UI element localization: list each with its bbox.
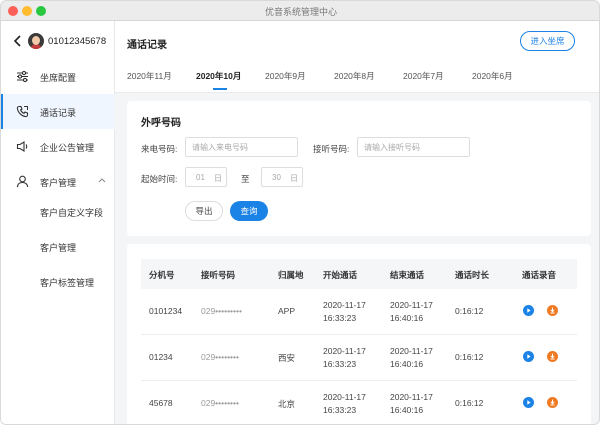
- tab-2020-10[interactable]: 2020年10月: [196, 70, 241, 82]
- sidebar-subitem-label: 客户自定义字段: [40, 208, 104, 218]
- start-day-picker[interactable]: 01 日: [185, 167, 227, 187]
- extension-cell: 01234: [149, 352, 173, 362]
- callee-label: 接听号码:: [313, 144, 350, 154]
- tab-2020-09[interactable]: 2020年9月: [265, 70, 306, 82]
- sidebar-header: 01012345678: [1, 21, 115, 61]
- download-recording-icon[interactable]: [547, 305, 558, 316]
- extension-cell: 0101234: [149, 306, 183, 316]
- end-date-cell: 2020-11-17: [390, 392, 433, 402]
- end-time-cell: 16:40:16: [390, 405, 424, 415]
- filter-section-title: 外呼号码: [141, 118, 181, 129]
- chevron-up-icon[interactable]: [98, 177, 106, 183]
- export-button[interactable]: 导出: [185, 201, 223, 221]
- sidebar: 01012345678 坐席配置 通话记录 企业公告管理 客户管理 客户自定义字…: [1, 21, 115, 424]
- speaker-icon: [16, 141, 28, 152]
- end-day-picker[interactable]: 30 日: [261, 167, 303, 187]
- caller-label: 来电号码:: [141, 144, 178, 154]
- title-bar: 优音系统管理中心: [1, 1, 599, 21]
- tab-2020-07[interactable]: 2020年7月: [403, 70, 444, 82]
- start-time-cell: 16:33:23: [323, 405, 357, 415]
- sidebar-subitem-label: 客户管理: [40, 243, 77, 253]
- play-recording-icon[interactable]: [523, 305, 534, 316]
- end-date-cell: 2020-11-17: [390, 346, 433, 356]
- sidebar-subitem-custom-fields[interactable]: 客户自定义字段: [1, 194, 115, 229]
- location-cell: 北京: [278, 399, 296, 409]
- start-time-cell: 16:33:23: [323, 313, 357, 323]
- duration-cell: 0:16:12: [455, 398, 484, 408]
- user-icon: [16, 175, 29, 188]
- sidebar-item-call-records[interactable]: 通话记录: [1, 94, 115, 129]
- enter-seat-button[interactable]: 进入坐席: [520, 31, 575, 51]
- end-date-cell: 2020-11-17: [390, 300, 433, 310]
- callee-number-input[interactable]: [357, 137, 470, 157]
- end-time-cell: 16:40:16: [390, 359, 424, 369]
- sidebar-item-announcements[interactable]: 企业公告管理: [1, 129, 115, 164]
- caller-number-input[interactable]: [185, 137, 298, 157]
- column-header: 分机号: [149, 270, 175, 280]
- table-row: 45678 029•••••••• 北京 2020-11-17 16:33:23…: [141, 381, 577, 424]
- sidebar-subitem-customers[interactable]: 客户管理: [1, 229, 115, 264]
- window-title: 优音系统管理中心: [264, 7, 337, 17]
- day-unit: 日: [290, 174, 298, 183]
- start-day-value: 01: [196, 173, 205, 182]
- duration-cell: 0:16:12: [455, 306, 484, 316]
- callee-cell: 029•••••••••: [201, 306, 242, 316]
- download-recording-icon[interactable]: [547, 397, 558, 408]
- sidebar-item-label: 企业公告管理: [40, 143, 95, 153]
- start-date-cell: 2020-11-17: [323, 392, 366, 402]
- sidebar-subitem-customer-tags[interactable]: 客户标签管理: [1, 264, 115, 299]
- table-header: 分机号 接听号码 归属地 开始通话 结束通话 通话时长 通话录音: [141, 259, 577, 289]
- location-cell: 西安: [278, 353, 296, 363]
- user-phone: 01012345678: [48, 36, 107, 47]
- sidebar-subitem-label: 客户标签管理: [40, 278, 95, 288]
- play-recording-icon[interactable]: [523, 351, 534, 362]
- download-recording-icon[interactable]: [547, 351, 558, 362]
- tab-2020-11[interactable]: 2020年11月: [127, 70, 172, 82]
- tab-2020-08[interactable]: 2020年8月: [334, 70, 375, 82]
- main-content: 通话记录 进入坐席 2020年11月 2020年10月 2020年9月 2020…: [115, 21, 599, 424]
- call-records-panel: 分机号 接听号码 归属地 开始通话 结束通话 通话时长 通话录音 0101234…: [127, 244, 591, 424]
- extension-cell: 45678: [149, 398, 173, 408]
- sidebar-item-label: 通话记录: [40, 108, 77, 118]
- day-unit: 日: [214, 174, 222, 183]
- column-header: 开始通话: [323, 270, 358, 280]
- sidebar-item-label: 坐席配置: [40, 73, 77, 83]
- app-window: 优音系统管理中心 01012345678 坐席配置 通话记录 企业公告管理 客户…: [0, 0, 600, 425]
- filter-panel: 外呼号码 来电号码: 接听号码: 起始时间: 01 日 至 30 日 导出 查询: [127, 101, 591, 236]
- start-time-label: 起始时间:: [141, 174, 178, 184]
- column-header: 归属地: [278, 270, 304, 280]
- end-day-value: 30: [272, 173, 281, 182]
- sidebar-item-label: 客户管理: [40, 178, 77, 188]
- query-button[interactable]: 查询: [230, 201, 268, 221]
- callee-cell: 029••••••••: [201, 398, 239, 408]
- page-title: 通话记录: [127, 40, 167, 51]
- duration-cell: 0:16:12: [455, 352, 484, 362]
- to-label: 至: [241, 174, 250, 184]
- sliders-icon: [17, 70, 28, 83]
- column-header: 结束通话: [390, 270, 425, 280]
- column-header: 通话时长: [455, 270, 490, 280]
- start-date-cell: 2020-11-17: [323, 300, 366, 310]
- table-row: 0101234 029••••••••• APP 2020-11-17 16:3…: [141, 289, 577, 335]
- sidebar-item-seat-config[interactable]: 坐席配置: [1, 59, 115, 94]
- column-header: 接听号码: [201, 270, 236, 280]
- start-date-cell: 2020-11-17: [323, 346, 366, 356]
- column-header: 通话录音: [522, 270, 557, 280]
- avatar[interactable]: [28, 33, 44, 49]
- phone-icon: [16, 105, 29, 118]
- tab-2020-06[interactable]: 2020年6月: [472, 70, 513, 82]
- start-time-cell: 16:33:23: [323, 359, 357, 369]
- play-recording-icon[interactable]: [523, 397, 534, 408]
- end-time-cell: 16:40:16: [390, 313, 424, 323]
- chevron-left-icon[interactable]: [13, 35, 23, 47]
- table-row: 01234 029•••••••• 西安 2020-11-17 16:33:23…: [141, 335, 577, 381]
- active-tab-indicator: [213, 88, 227, 90]
- location-cell: APP: [278, 306, 296, 316]
- page-header: 通话记录 进入坐席 2020年11月 2020年10月 2020年9月 2020…: [115, 21, 599, 93]
- callee-cell: 029••••••••: [201, 352, 239, 362]
